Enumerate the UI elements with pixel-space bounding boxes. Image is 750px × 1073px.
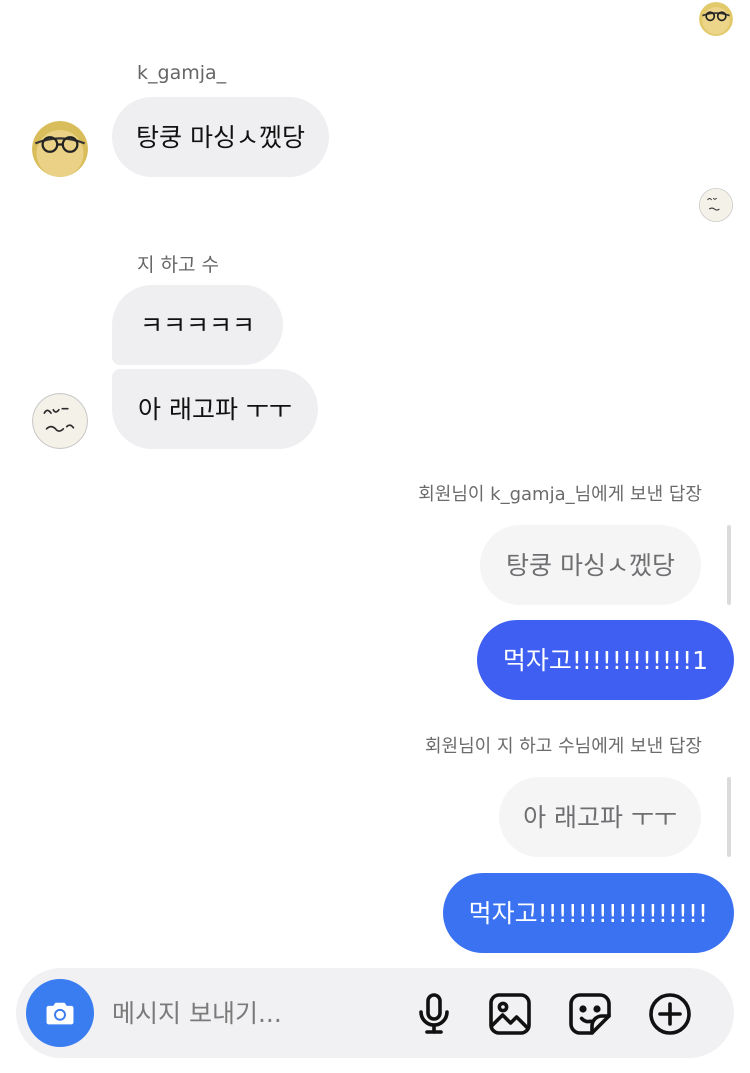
- quote-bar: [727, 777, 731, 857]
- message-bubble[interactable]: 탕쿵 마싱ㅅ껬당: [112, 97, 329, 177]
- message-text: 먹자고!!!!!!!!!!!!!!!!!: [468, 898, 708, 928]
- camera-button[interactable]: [26, 979, 94, 1047]
- message-bubble[interactable]: 아 래고파 ㅜㅜ: [112, 369, 318, 449]
- outgoing-message-bubble[interactable]: 먹자고!!!!!!!!!!!!!!!!!: [442, 873, 734, 953]
- message-text: 아 래고파 ㅜㅜ: [138, 394, 292, 424]
- message-text: ㅋㅋㅋㅋㅋ: [140, 310, 256, 340]
- camera-icon: [46, 1002, 74, 1025]
- quoted-message[interactable]: 탕쿵 마싱ㅅ껬당: [480, 525, 701, 605]
- message-text: 탕쿵 마싱ㅅ껬당: [136, 122, 305, 152]
- reply-label: 회원님이 k_gamja_님에게 보낸 답장: [418, 484, 702, 505]
- message-text: 먹자고!!!!!!!!!!!!1: [502, 645, 708, 675]
- image-icon[interactable]: [486, 990, 534, 1038]
- message-bubble[interactable]: ㅋㅋㅋㅋㅋ: [112, 285, 284, 365]
- add-icon[interactable]: [646, 990, 694, 1038]
- sender-avatar-ji-ha-go-su[interactable]: [32, 393, 88, 449]
- microphone-icon[interactable]: [410, 990, 458, 1038]
- read-receipt-avatar-ji-ha-go-su: [699, 188, 733, 222]
- reply-label: 회원님이 지 하고 수님에게 보낸 답장: [424, 736, 702, 757]
- sender-name: k_gamja_: [137, 62, 227, 84]
- sticker-icon[interactable]: [566, 990, 614, 1038]
- message-input[interactable]: [112, 992, 392, 1034]
- sender-avatar-k-gamja[interactable]: [32, 121, 88, 177]
- outgoing-message-bubble[interactable]: 먹자고!!!!!!!!!!!!1: [476, 620, 734, 700]
- quoted-message-text: 아 래고파 ㅜㅜ: [523, 802, 677, 832]
- read-receipt-avatar-k-gamja: [699, 2, 733, 36]
- quote-bar: [727, 525, 731, 605]
- quoted-message[interactable]: 아 래고파 ㅜㅜ: [499, 777, 701, 857]
- sender-name: 지 하고 수: [137, 254, 219, 276]
- quoted-message-text: 탕쿵 마싱ㅅ껬당: [506, 550, 675, 580]
- message-composer: [16, 968, 734, 1058]
